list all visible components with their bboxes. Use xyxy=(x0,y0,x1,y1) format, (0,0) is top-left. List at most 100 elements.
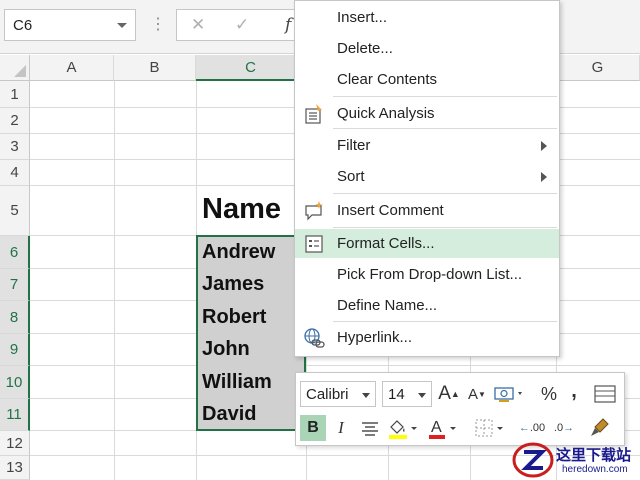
font-size-value: 14 xyxy=(388,386,405,403)
menu-item-label: Sort xyxy=(337,168,365,185)
menu-item-label: Clear Contents xyxy=(337,71,438,88)
menu-item-label: Pick From Drop-down List... xyxy=(337,266,523,283)
menu-item-define-name[interactable]: Define Name... xyxy=(295,291,559,320)
percent-style-button[interactable]: % xyxy=(538,381,560,407)
insert-function-icon[interactable]: f xyxy=(285,15,291,35)
paintbrush-icon xyxy=(591,418,609,436)
row-header-13[interactable]: 13 xyxy=(0,456,30,480)
decrease-decimal-label: .0 xyxy=(553,422,564,434)
gridline xyxy=(30,365,640,366)
borders-button[interactable] xyxy=(472,415,508,441)
menu-item-pick-from-list[interactable]: Pick From Drop-down List... xyxy=(295,260,559,289)
menu-item-label: Delete... xyxy=(337,40,393,57)
cell-c5-header[interactable]: Name xyxy=(202,193,281,226)
menu-item-label: Insert Comment xyxy=(337,202,444,219)
name-box-value: C6 xyxy=(13,17,33,34)
name-box[interactable]: C6 xyxy=(4,9,136,41)
watermark-text-en: heredown.com xyxy=(562,464,628,475)
chevron-down-icon xyxy=(418,393,426,398)
menu-item-hyperlink[interactable]: Hyperlink... xyxy=(295,323,559,352)
row-header-1[interactable]: 1 xyxy=(0,81,30,108)
more-options-icon: ⋮ xyxy=(150,16,166,33)
menu-item-label: Filter xyxy=(337,137,371,154)
increase-decimal-button[interactable]: ← .00 xyxy=(518,415,546,441)
menu-item-label: Hyperlink... xyxy=(337,329,413,346)
watermark-text-cn: 这里下载站 xyxy=(556,446,632,464)
table-format-icon xyxy=(594,385,616,403)
comma-style-button[interactable]: , xyxy=(566,378,582,404)
menu-separator xyxy=(333,227,557,228)
cell-c7[interactable]: James xyxy=(202,273,264,296)
menu-item-insert-comment[interactable]: Insert Comment xyxy=(295,196,559,225)
comment-icon xyxy=(303,200,325,222)
bold-button[interactable]: B xyxy=(300,415,326,441)
font-size-select[interactable]: 14 xyxy=(382,381,432,407)
font-color-button[interactable]: A xyxy=(426,415,460,441)
cancel-icon[interactable]: ✕ xyxy=(191,15,205,35)
chevron-down-icon[interactable] xyxy=(117,23,127,28)
chevron-right-icon xyxy=(541,141,547,151)
percent-style-label: % xyxy=(540,383,557,404)
caret-up-icon: ▲ xyxy=(450,389,460,399)
row-header-8[interactable]: 8 xyxy=(0,301,30,334)
column-header-g[interactable]: G xyxy=(556,55,640,81)
cell-c9[interactable]: John xyxy=(202,338,250,361)
mini-toolbar: Calibri 14 A ▲ A ▼ % , B I A ← .00 .0 → xyxy=(295,372,625,446)
row-header-6[interactable]: 6 xyxy=(0,236,30,269)
row-header-2[interactable]: 2 xyxy=(0,108,30,134)
row-header-11[interactable]: 11 xyxy=(0,399,30,431)
format-painter-button[interactable] xyxy=(586,415,612,441)
font-name-select[interactable]: Calibri xyxy=(300,381,376,407)
row-header-5[interactable]: 5 xyxy=(0,186,30,236)
row-header-9[interactable]: 9 xyxy=(0,334,30,366)
gridline xyxy=(114,81,115,480)
watermark-emblem-icon xyxy=(512,442,554,478)
chevron-down-icon xyxy=(362,393,370,398)
borders-icon xyxy=(475,419,503,437)
increase-decimal-label: .00 xyxy=(529,422,546,434)
increase-font-size-button[interactable]: A ▲ xyxy=(438,381,460,407)
column-header-a[interactable]: A xyxy=(30,55,114,81)
menu-item-sort[interactable]: Sort xyxy=(295,162,559,191)
menu-item-delete[interactable]: Delete... xyxy=(295,34,559,63)
select-all-button[interactable] xyxy=(0,55,30,81)
format-painter-table-button[interactable] xyxy=(592,381,618,407)
column-header-c[interactable]: C xyxy=(196,55,306,81)
font-color-icon: A xyxy=(429,419,456,439)
cell-c11[interactable]: David xyxy=(202,403,256,426)
paint-bucket-icon xyxy=(389,420,417,439)
decrease-font-size-button[interactable]: A ▼ xyxy=(466,381,488,407)
italic-label: I xyxy=(338,418,344,437)
menu-separator xyxy=(333,128,557,129)
accounting-format-button[interactable] xyxy=(492,381,528,407)
row-header-7[interactable]: 7 xyxy=(0,269,30,301)
bold-label: B xyxy=(307,419,319,436)
menu-item-quick-analysis[interactable]: Quick Analysis xyxy=(295,99,559,128)
fill-color-button[interactable] xyxy=(386,415,420,441)
menu-item-clear-contents[interactable]: Clear Contents xyxy=(295,65,559,94)
cell-c8[interactable]: Robert xyxy=(202,306,266,329)
row-header-10[interactable]: 10 xyxy=(0,366,30,399)
quick-analysis-icon xyxy=(303,103,325,125)
row-header-12[interactable]: 12 xyxy=(0,431,30,456)
selected-range[interactable] xyxy=(196,235,306,431)
cell-c10[interactable]: William xyxy=(202,371,272,394)
cell-c6[interactable]: Andrew xyxy=(202,241,275,264)
column-header-b[interactable]: B xyxy=(114,55,196,81)
decrease-decimal-button[interactable]: .0 → xyxy=(550,415,578,441)
menu-item-label: Define Name... xyxy=(337,297,438,314)
caret-down-icon: ▼ xyxy=(478,389,486,399)
menu-item-format-cells[interactable]: Format Cells... xyxy=(295,229,559,258)
menu-item-label: Insert... xyxy=(337,9,388,26)
italic-button[interactable]: I xyxy=(330,415,352,441)
menu-item-filter[interactable]: Filter xyxy=(295,131,559,160)
row-header-3[interactable]: 3 xyxy=(0,134,30,160)
formula-buttons: ✕ ✓ f xyxy=(176,9,306,41)
enter-icon[interactable]: ✓ xyxy=(235,15,249,35)
center-align-button[interactable] xyxy=(358,415,382,441)
menu-item-insert[interactable]: Insert... xyxy=(295,3,559,32)
chevron-right-icon xyxy=(541,172,547,182)
row-header-4[interactable]: 4 xyxy=(0,160,30,186)
menu-separator xyxy=(333,96,557,97)
menu-item-label: Format Cells... xyxy=(337,235,435,252)
